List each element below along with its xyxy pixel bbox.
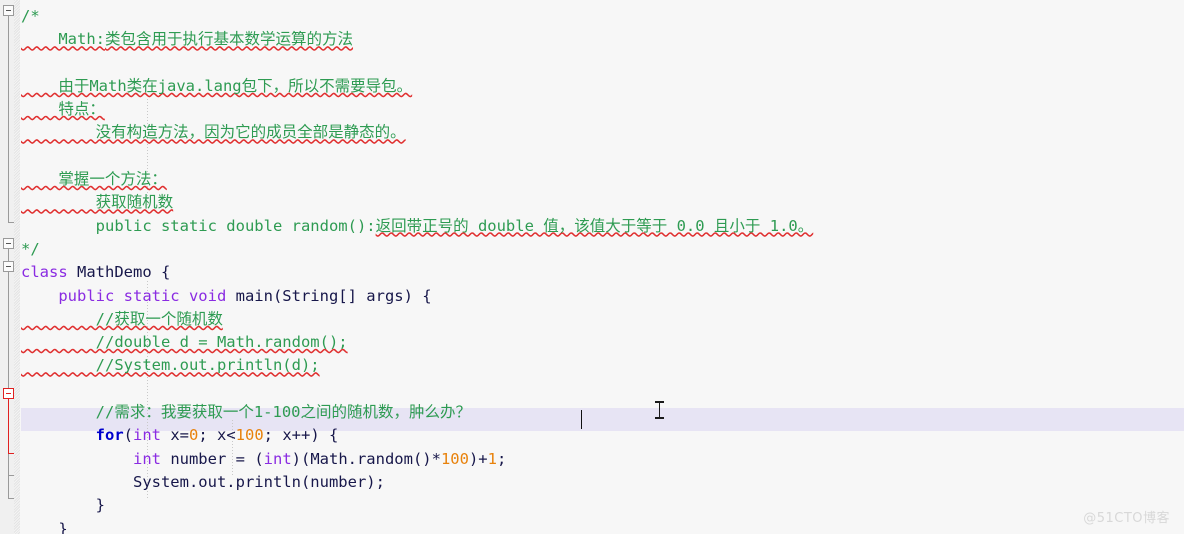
code-line-18: //需求：我要获取一个1-100之间的随机数，肿么办？ — [21, 401, 1184, 424]
code-editor-window: /* Math:类包含用于执行基本数学运算的方法 由于Math类在java.la… — [0, 0, 1184, 534]
comment-text: 获取随机数 — [21, 193, 174, 212]
code-surface[interactable]: /* Math:类包含用于执行基本数学运算的方法 由于Math类在java.la… — [21, 0, 1184, 534]
code-line-22: } — [21, 494, 1184, 517]
comment-text-cjk: 类包含用于执行基本数学运算的方法 — [105, 30, 354, 49]
code-line-11: */ — [21, 238, 1184, 261]
watermark: @51CTO博客 — [1083, 511, 1170, 526]
fold-marker-method-block[interactable] — [3, 261, 14, 272]
code-line-19: for(int x=0; x<100; x++) { — [21, 424, 1184, 447]
expression: )(Math.random()* — [291, 449, 441, 468]
code-line-2: Math:类包含用于执行基本数学运算的方法 — [21, 28, 1184, 51]
loop-var: x= — [161, 426, 189, 445]
punctuation: ( — [123, 426, 133, 445]
comment-text: //double d = Math.random(); — [21, 333, 348, 352]
comment-text: 没有构造方法，因为它的成员全部是静态的。 — [21, 123, 406, 142]
punctuation: ( — [254, 449, 264, 468]
comment-text: //需求：我要获取一个1-100之间的随机数，肿么办？ — [21, 403, 471, 422]
fold-gutter-stripe — [14, 0, 20, 534]
code-line-13: public static void main(String[] args) { — [21, 285, 1184, 308]
keyword-for: for — [95, 426, 124, 445]
print-statement: System.out.println(number); — [21, 472, 385, 491]
code-line-5: 特点： — [21, 98, 1184, 121]
number-literal: 100 — [440, 449, 469, 468]
comment-description: 返回带正号的 double 值，该值大于等于 0.0 且小于 1.0。 — [375, 216, 814, 235]
comment-text: Math: — [21, 30, 105, 49]
i-beam-cursor — [655, 400, 664, 420]
fold-line-for-block — [8, 399, 9, 453]
fold-end-comment-block — [8, 222, 14, 223]
number-literal: 1 — [487, 449, 497, 468]
fold-end-for-block — [8, 453, 14, 454]
code-line-20: int number = (int)(Math.random()*100)+1; — [21, 448, 1184, 471]
code-line-16: //System.out.println(d); — [21, 354, 1184, 377]
comment-text: 特点： — [21, 100, 105, 119]
comment-open-token: /* — [21, 7, 40, 25]
fold-marker-for-block[interactable] — [3, 388, 14, 399]
comment-text: //System.out.println(d); — [21, 356, 320, 375]
code-line-1: /* — [21, 5, 1184, 28]
code-line-6: 没有构造方法，因为它的成员全部是静态的。 — [21, 121, 1184, 144]
variable-assignment: number = — [160, 449, 255, 468]
keyword-int: int — [132, 449, 161, 468]
closing-brace: } — [21, 496, 105, 515]
number-literal: 100 — [235, 426, 264, 445]
code-line-15: //double d = Math.random(); — [21, 331, 1184, 354]
comment-text: //获取一个随机数 — [21, 309, 223, 328]
loop-condition: ; x< — [198, 426, 236, 445]
method-signature: main(String[] args) { — [226, 286, 432, 305]
code-line-14: //获取一个随机数 — [21, 308, 1184, 331]
fold-marker-class-block[interactable] — [3, 238, 14, 249]
comment-close-token: */ — [21, 239, 40, 258]
loop-increment: ; x++) { — [263, 426, 339, 445]
fold-end-method-block — [8, 475, 14, 476]
text-caret — [581, 410, 582, 429]
comment-text: 掌握一个方法： — [21, 170, 167, 189]
comment-text: 由于Math类在java.lang包下，所以不需要导包。 — [21, 76, 413, 95]
comment-signature: public static double random(): — [21, 216, 376, 235]
code-line-9: 获取随机数 — [21, 191, 1184, 214]
fold-end-class-block — [8, 498, 14, 499]
closing-brace: } — [21, 519, 68, 534]
class-declaration: MathDemo { — [67, 263, 171, 282]
code-line-10: public static double random():返回带正号的 dou… — [21, 215, 1184, 238]
code-line-8: 掌握一个方法： — [21, 168, 1184, 191]
code-text[interactable]: /* Math:类包含用于执行基本数学运算的方法 由于Math类在java.la… — [21, 0, 1184, 534]
code-line-4: 由于Math类在java.lang包下，所以不需要导包。 — [21, 75, 1184, 98]
fold-gutter[interactable] — [0, 0, 20, 534]
fold-line-comment-block — [8, 16, 9, 222]
keyword-int: int — [133, 426, 161, 445]
number-literal: 0 — [189, 426, 199, 445]
fold-marker-comment-block[interactable] — [3, 5, 14, 16]
code-line-23: } — [21, 518, 1184, 534]
keyword-modifiers: public static void — [58, 286, 227, 305]
keyword-class: class — [21, 263, 68, 282]
statement-terminator: ; — [496, 449, 507, 468]
keyword-int-cast: int — [263, 449, 292, 468]
code-line-21: System.out.println(number); — [21, 471, 1184, 494]
expression: )+ — [468, 449, 488, 468]
code-line-12: class MathDemo { — [21, 261, 1184, 284]
